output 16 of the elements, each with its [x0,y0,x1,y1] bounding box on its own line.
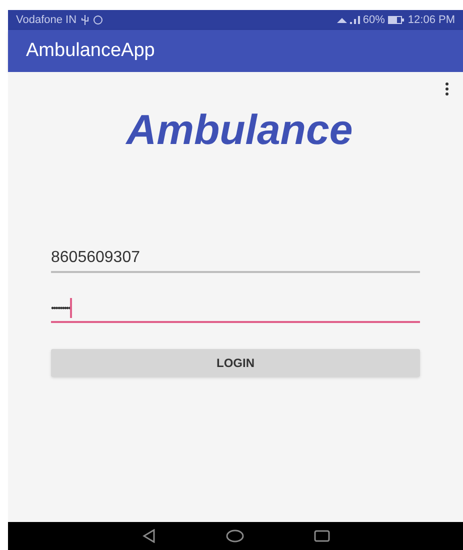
login-button[interactable]: LOGIN [51,349,420,377]
carrier-text: Vodafone IN [16,12,77,28]
phone-field[interactable]: 8605609307 [51,245,420,273]
overflow-menu-icon[interactable] [445,82,449,96]
battery-icon [388,16,404,24]
home-icon[interactable] [226,529,244,543]
text-cursor [70,298,72,318]
ambulance-logo-text: Ambulance [126,105,353,155]
app-title: AmbulanceApp [26,38,155,63]
battery-percent: 60% [362,12,385,28]
clock-text: 12:06 PM [408,12,455,28]
password-field[interactable]: ••••••••• [51,295,420,323]
back-icon[interactable] [142,529,156,543]
signal-icon [336,15,360,25]
recents-icon[interactable] [314,530,330,542]
usb-icon [80,15,89,25]
